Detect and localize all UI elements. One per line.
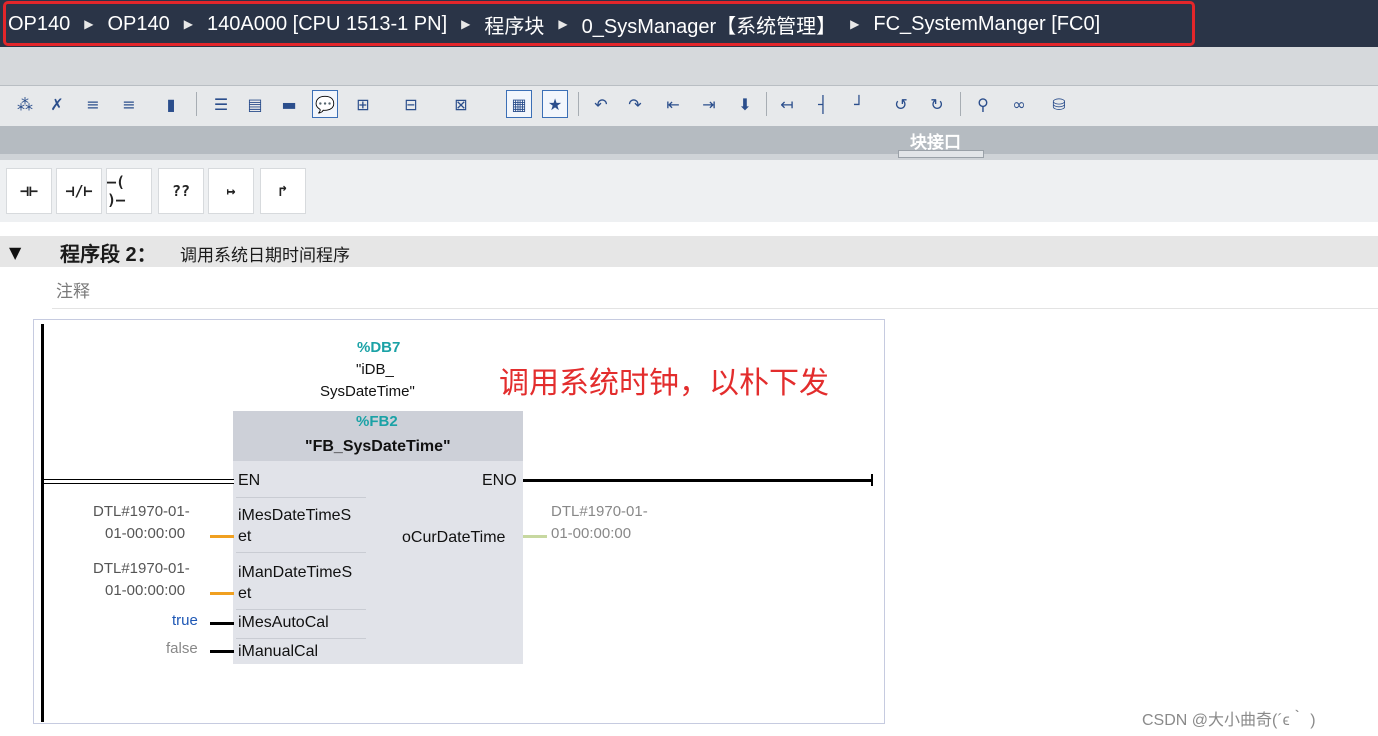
empty-box-icon[interactable]: ?? xyxy=(158,168,204,214)
instance-db-name[interactable]: "iDB_ xyxy=(356,361,394,378)
go-to-error-icon[interactable]: ⬇ xyxy=(732,90,758,118)
pin-separator xyxy=(236,497,366,498)
pin-en[interactable]: EN xyxy=(238,472,260,490)
collapse-network-icon[interactable]: ▼ xyxy=(9,243,21,262)
en-connection xyxy=(44,479,234,484)
pin-imes-auto-cal[interactable]: iMesAutoCal xyxy=(238,614,329,632)
remove-breakpoints-icon[interactable]: ↷ xyxy=(622,90,648,118)
insert-block-icon[interactable]: ▮ xyxy=(158,90,184,118)
ladder-instruction-bar xyxy=(0,160,1378,222)
network-description[interactable]: 调用系统日期时间程序 xyxy=(180,241,350,266)
normally-open-contact-icon[interactable]: ⊣⊢ xyxy=(6,168,52,214)
open-all-networks-icon[interactable]: ☰ xyxy=(208,90,234,118)
pin-iman-datetime-set[interactable]: iManDateTimeS xyxy=(238,564,352,582)
pin-separator xyxy=(236,638,366,639)
go-to-next-icon[interactable]: ⇥ xyxy=(696,90,722,118)
network-comments-icon[interactable]: 💬 xyxy=(312,90,338,118)
function-block-name: "FB_SysDateTime" xyxy=(305,438,451,455)
eno-connection xyxy=(523,479,873,482)
param-mes-datetime-value-line2[interactable]: 01-00:00:00 xyxy=(105,525,185,542)
absolute-operands-icon[interactable]: ⊞ xyxy=(350,90,376,118)
instance-db-number: %DB7 xyxy=(357,339,401,356)
pin-imanual-cal[interactable]: iManualCal xyxy=(238,643,318,661)
close-all-networks-icon[interactable]: ▤ xyxy=(242,90,268,118)
power-rail xyxy=(41,324,44,722)
interface-splitter-handle[interactable] xyxy=(898,150,984,158)
param-mes-datetime-value[interactable]: DTL#1970-01- xyxy=(93,503,190,520)
delete-network-icon[interactable]: ✗ xyxy=(44,90,70,118)
function-block-number: %FB2 xyxy=(356,413,398,430)
network-comment-field[interactable]: 注释 xyxy=(52,274,1378,309)
watermark: CSDN @大小曲奇(´ϵ｀ ) xyxy=(1142,712,1316,729)
block-interface-bar xyxy=(0,126,1378,154)
pin-eno[interactable]: ENO xyxy=(482,472,517,490)
toolbar-separator xyxy=(766,92,767,116)
toolbar-separator xyxy=(578,92,579,116)
pin-separator xyxy=(236,609,366,610)
database-icon[interactable]: ⛁ xyxy=(1046,90,1072,118)
open-branch-tool-icon[interactable]: ↦ xyxy=(208,168,254,214)
insert-connection-icon[interactable]: ↤ xyxy=(774,90,800,118)
normally-closed-contact-icon[interactable]: ⊣/⊢ xyxy=(56,168,102,214)
delete-breakpoint-icon[interactable]: ↶ xyxy=(588,90,614,118)
editor-toolbar xyxy=(0,86,1378,126)
toggle-favorites-icon[interactable]: ★ xyxy=(542,90,568,118)
toolbar-separator xyxy=(196,92,197,116)
expand-icon[interactable]: ↺ xyxy=(888,90,914,118)
eno-end-marker xyxy=(871,474,873,486)
param-man-datetime-value-line2[interactable]: 01-00:00:00 xyxy=(105,582,185,599)
annotation-text: 调用系统时钟，以朴下发 xyxy=(499,367,829,400)
insert-row-icon[interactable]: ≡ xyxy=(80,90,106,118)
symbolic-operands-icon[interactable]: ⊟ xyxy=(398,90,424,118)
output-datetime-value[interactable]: DTL#1970-01- xyxy=(551,503,648,520)
operand-display-icon[interactable]: ⊠ xyxy=(448,90,474,118)
pin-imes-datetime-set-line2: et xyxy=(238,528,252,545)
navigate-network-icon[interactable]: ▬ xyxy=(276,90,302,118)
comment-placeholder: 注释 xyxy=(56,282,90,301)
manual-cal-wire xyxy=(210,650,234,653)
editor-tab-strip xyxy=(0,47,1378,86)
coil-icon[interactable]: –( )– xyxy=(106,168,152,214)
pin-imes-datetime-set[interactable]: iMesDateTimeS xyxy=(238,507,351,525)
pin-ocur-datetime[interactable]: oCurDateTime xyxy=(402,529,505,547)
insert-network-icon[interactable]: ⁂ xyxy=(12,90,38,118)
mes-auto-cal-wire xyxy=(210,622,234,625)
highlight-box xyxy=(3,1,1195,46)
collapse-icon[interactable]: ↻ xyxy=(924,90,950,118)
instance-db-name-line2[interactable]: SysDateTime" xyxy=(320,383,415,400)
add-row-icon[interactable]: ≡ xyxy=(116,90,142,118)
param-manual-cal-value[interactable]: false xyxy=(166,640,198,657)
close-branch-tool-icon[interactable]: ↱ xyxy=(260,168,306,214)
pin-separator xyxy=(236,552,366,553)
go-to-previous-icon[interactable]: ⇤ xyxy=(660,90,686,118)
network-title: 程序段 2： xyxy=(60,244,157,266)
param-mes-auto-cal-value[interactable]: true xyxy=(172,612,198,629)
pin-iman-datetime-set-line2: et xyxy=(238,585,252,602)
toolbar-separator xyxy=(960,92,961,116)
close-branch-icon[interactable]: ┘ xyxy=(846,90,872,118)
output-datetime-value-line2[interactable]: 01-00:00:00 xyxy=(551,525,631,542)
mes-datetime-wire xyxy=(210,535,234,538)
open-branch-icon[interactable]: ┤ xyxy=(810,90,836,118)
monitoring-icon[interactable]: ⚲ xyxy=(970,90,996,118)
glasses-icon[interactable]: ∞ xyxy=(1006,90,1032,118)
param-man-datetime-value[interactable]: DTL#1970-01- xyxy=(93,560,190,577)
man-datetime-wire xyxy=(210,592,234,595)
favorites-icon[interactable]: ▦ xyxy=(506,90,532,118)
cur-datetime-wire xyxy=(523,535,547,538)
